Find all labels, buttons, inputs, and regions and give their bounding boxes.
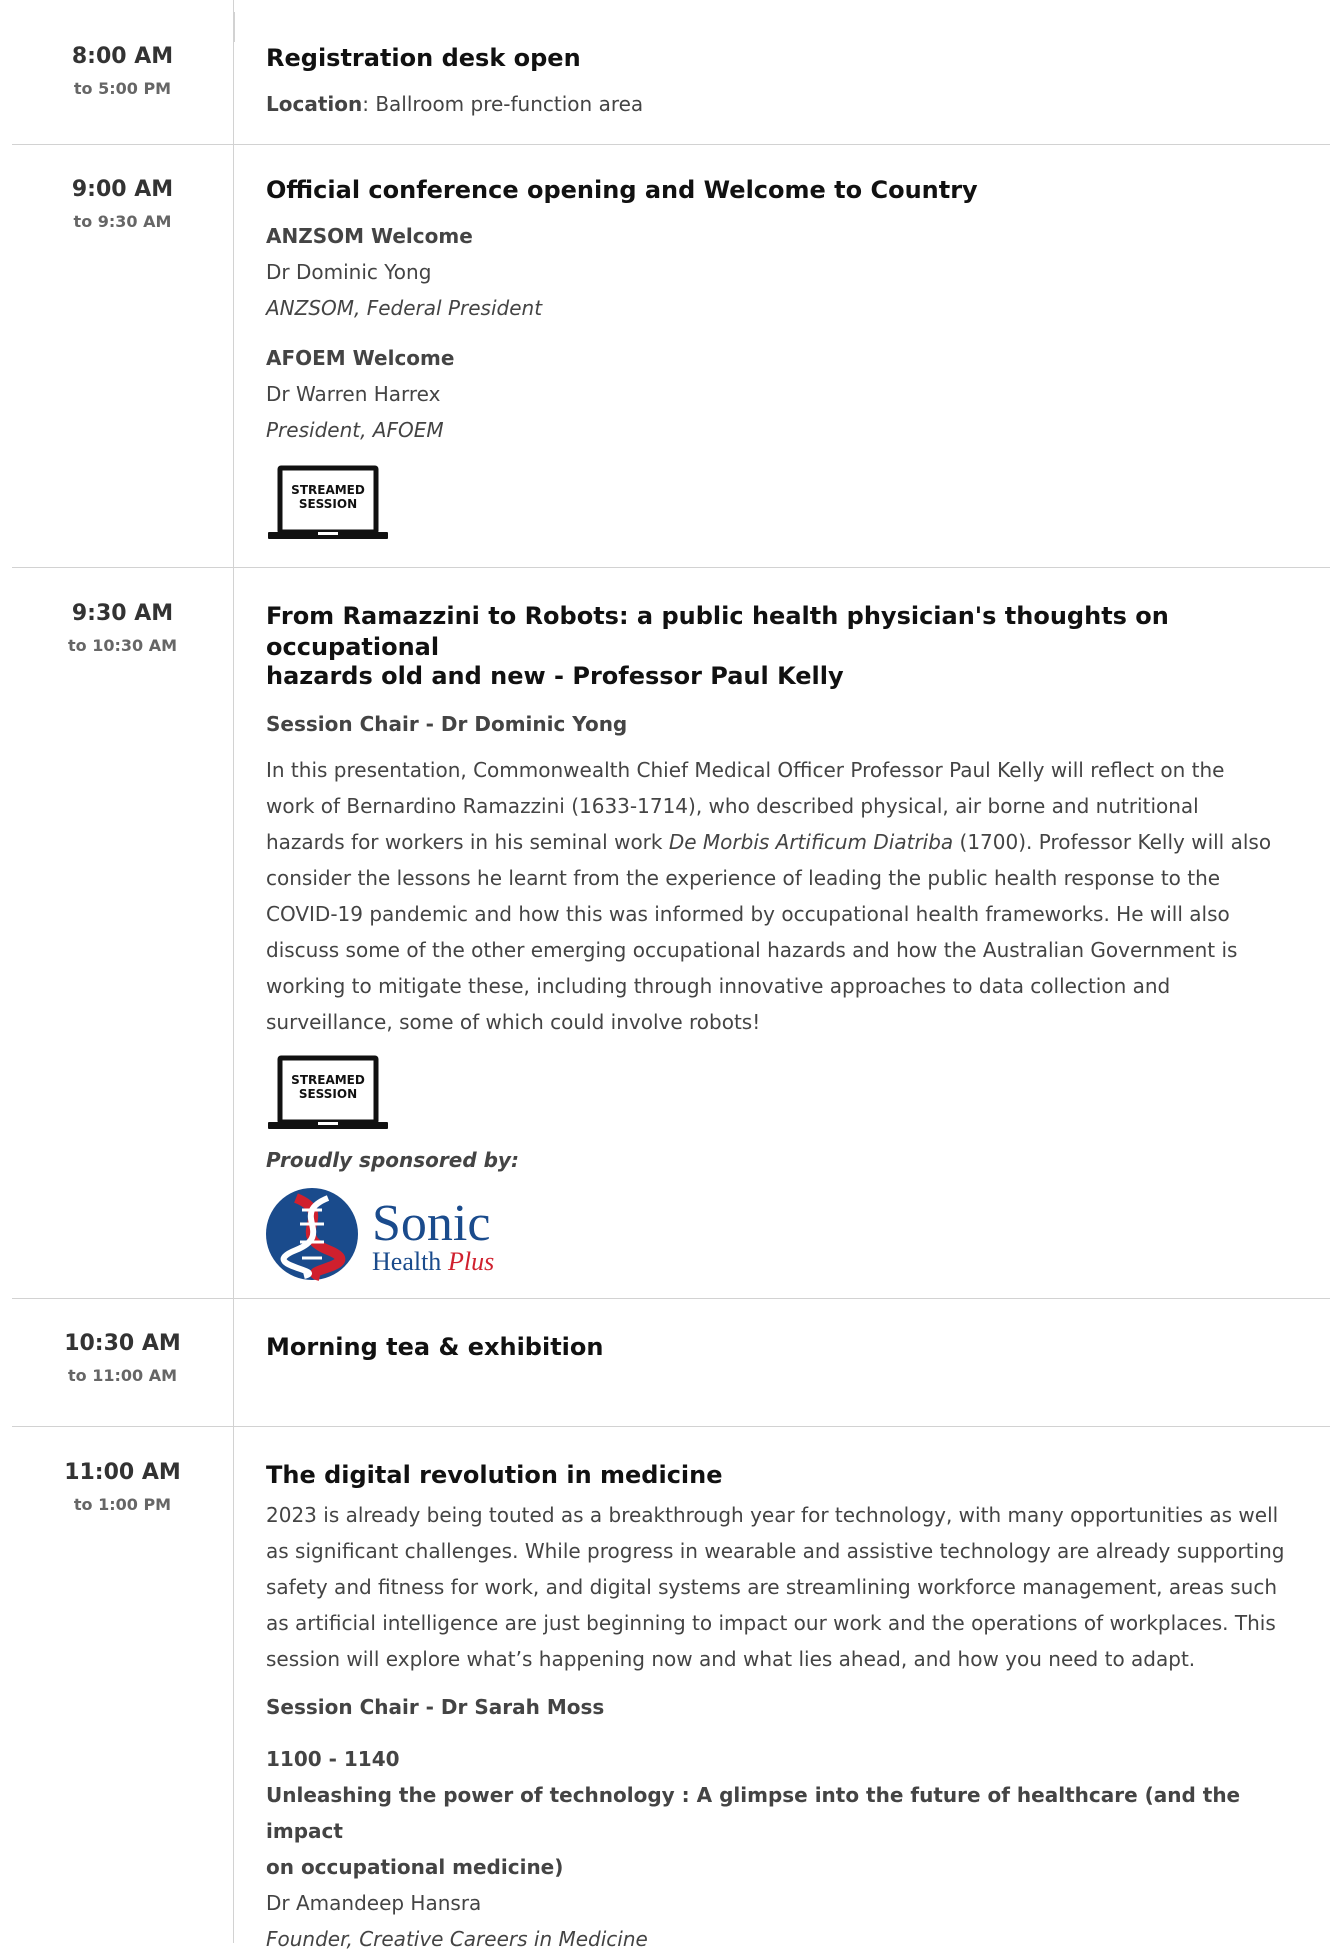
session-title: The digital revolution in medicine: [266, 1461, 723, 1489]
agenda-row: 9:30 AM to 10:30 AM From Ramazzini to Ro…: [12, 568, 1330, 1299]
agenda-row: 10:30 AM to 11:00 AM Morning tea & exhib…: [12, 1299, 1330, 1427]
location-line: Location: Ballroom pre-function area: [266, 86, 1320, 122]
session-content: Official conference opening and Welcome …: [234, 145, 1330, 567]
description-line: safety and fitness for work, and digital…: [266, 1575, 1278, 1599]
session-title: Official conference opening and Welcome …: [266, 176, 978, 204]
end-time: to 9:30 AM: [73, 212, 172, 231]
end-time: to 5:00 PM: [73, 79, 172, 98]
start-time: 10:30 AM: [64, 1331, 181, 1356]
welcome-block: ANZSOM Welcome Dr Dominic Yong ANZSOM, F…: [266, 218, 1320, 326]
badge-line-1: STREAMED: [291, 483, 365, 497]
description-line: consider the lessons he learnt from the …: [266, 866, 1221, 890]
badge-line-2: SESSION: [299, 1087, 357, 1101]
start-time: 9:00 AM: [71, 177, 174, 202]
description-line: working to mitigate these, including thr…: [266, 974, 1171, 998]
book-title: De Morbis Artificum Diatriba: [668, 830, 954, 854]
session-description: In this presentation, Commonwealth Chief…: [266, 752, 1320, 1040]
agenda-row: 11:00 AM to 1:00 PM The digital revoluti…: [12, 1427, 1330, 1951]
location-label: Location: [266, 92, 363, 116]
session-title: Morning tea & exhibition: [266, 1333, 604, 1361]
logo-word-health: Health: [372, 1247, 441, 1276]
streamed-session-laptop-icon: STREAMED SESSION: [268, 465, 388, 539]
time-column: 8:00 AM to 5:00 PM: [12, 0, 234, 144]
start-time: 9:30 AM: [71, 601, 174, 626]
speaker-name: Dr Amandeep Hansra: [266, 1891, 482, 1915]
description-line: work of Bernardino Ramazzini (1633-1714)…: [266, 794, 1199, 818]
session-description: 2023 is already being touted as a breakt…: [266, 1497, 1320, 1677]
session-title: From Ramazzini to Robots: a public healt…: [266, 601, 1320, 692]
description-text: hazards for workers in his seminal work: [266, 830, 669, 854]
end-time: to 11:00 AM: [67, 1366, 177, 1385]
speaker-name: Dr Warren Harrex: [266, 382, 441, 406]
time-column: 11:00 AM to 1:00 PM: [12, 1427, 234, 1943]
badge-line-1: STREAMED: [291, 1073, 365, 1087]
session-content: The digital revolution in medicine 2023 …: [234, 1427, 1330, 1951]
agenda-row: 8:00 AM to 5:00 PM Registration desk ope…: [12, 0, 1330, 145]
talk-title-line: Unleashing the power of technology : A g…: [266, 1783, 1241, 1843]
speaker-name: Dr Dominic Yong: [266, 260, 432, 284]
session-chair: Session Chair - Dr Sarah Moss: [266, 1695, 605, 1719]
description-line: session will explore what’s happening no…: [266, 1647, 1196, 1671]
description-line: 2023 is already being touted as a breakt…: [266, 1503, 1279, 1527]
description-line: surveillance, some of which could involv…: [266, 1010, 761, 1034]
time-column: 10:30 AM to 11:00 AM: [12, 1299, 234, 1426]
start-time: 8:00 AM: [71, 44, 174, 69]
agenda-row: 9:00 AM to 9:30 AM Official conference o…: [12, 145, 1330, 568]
end-time: to 1:00 PM: [73, 1495, 172, 1514]
description-line: hazards for workers in his seminal work …: [266, 824, 1320, 860]
speaker-role: ANZSOM, Federal President: [266, 296, 543, 320]
sonic-healthplus-logo: Sonic Health Plus: [266, 1188, 494, 1281]
description-line: In this presentation, Commonwealth Chief…: [266, 758, 1225, 782]
logo-word-sonic: Sonic: [372, 1195, 490, 1252]
time-column: 9:00 AM to 9:30 AM: [12, 145, 234, 567]
title-line-1: From Ramazzini to Robots: a public healt…: [266, 602, 1169, 661]
logo-word-plus: Plus: [447, 1247, 494, 1276]
session-chair: Session Chair - Dr Dominic Yong: [266, 712, 628, 736]
session-title: Registration desk open: [266, 44, 581, 72]
talk-time: 1100 - 1140: [266, 1747, 400, 1771]
welcome-heading: AFOEM Welcome: [266, 346, 455, 370]
description-text: (1700). Professor Kelly will also: [953, 830, 1272, 854]
description-line: as significant challenges. While progres…: [266, 1539, 1285, 1563]
session-content: From Ramazzini to Robots: a public healt…: [234, 568, 1330, 1298]
welcome-heading: ANZSOM Welcome: [266, 224, 473, 248]
title-line-2: hazards old and new - Professor Paul Kel…: [266, 662, 844, 690]
talk-title-line: on occupational medicine): [266, 1855, 564, 1879]
description-line: COVID-19 pandemic and how this was infor…: [266, 902, 1230, 926]
sponsor-label: Proudly sponsored by:: [266, 1148, 519, 1172]
start-time: 11:00 AM: [64, 1460, 181, 1485]
end-time: to 10:30 AM: [67, 636, 177, 655]
description-line: as artificial intelligence are just begi…: [266, 1611, 1276, 1635]
description-line: discuss some of the other emerging occup…: [266, 938, 1238, 962]
speaker-role: President, AFOEM: [266, 418, 444, 442]
agenda-list: 8:00 AM to 5:00 PM Registration desk ope…: [12, 0, 1330, 1951]
streamed-session-laptop-icon: STREAMED SESSION: [268, 1055, 388, 1129]
time-column: 9:30 AM to 10:30 AM: [12, 568, 234, 1298]
location-value: : Ballroom pre-function area: [362, 92, 644, 116]
session-content: Morning tea & exhibition: [234, 1299, 1330, 1426]
badge-line-2: SESSION: [299, 497, 357, 511]
talk-block: 1100 - 1140 Unleashing the power of tech…: [266, 1741, 1320, 1957]
session-content: Registration desk open Location: Ballroo…: [234, 0, 1330, 144]
welcome-block: AFOEM Welcome Dr Warren Harrex President…: [266, 340, 1320, 448]
speaker-role: Founder, Creative Careers in Medicine: [266, 1927, 648, 1951]
